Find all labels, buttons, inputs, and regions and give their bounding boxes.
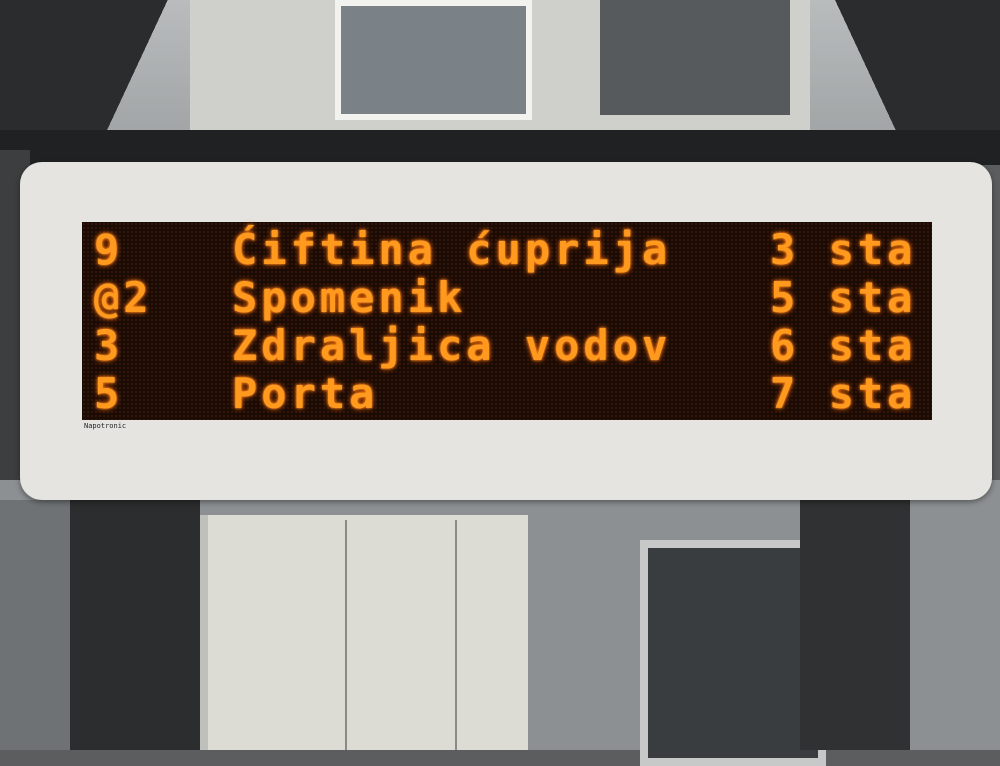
door-divider	[345, 520, 347, 750]
arrival-time: 3 sta	[770, 225, 917, 274]
destination: Porta	[232, 369, 379, 418]
door-divider	[455, 520, 457, 750]
arrival-time: 7 sta	[770, 369, 917, 418]
destination: Zdraljica vodov	[232, 321, 672, 370]
display-brand-label: Napotronic	[84, 422, 127, 430]
line-number: 5	[94, 369, 124, 418]
support-post	[70, 480, 200, 750]
support-post	[800, 480, 910, 750]
storefront	[200, 515, 528, 750]
line-number: @2	[94, 273, 153, 322]
shelter-frame-left	[0, 0, 235, 150]
arrival-time: 6 sta	[770, 321, 917, 370]
shop-door	[640, 540, 826, 766]
led-departure-board: 9 Ćiftina ćuprija 3 sta @2 Spomenik 5 st…	[82, 222, 932, 420]
destination: Spomenik	[232, 273, 467, 322]
departure-row: @2 Spomenik 5 sta	[82, 274, 932, 322]
destination: Ćiftina ćuprija	[232, 225, 672, 274]
shelter-beam	[0, 130, 1000, 165]
line-number: 9	[94, 225, 124, 274]
arrival-time: 5 sta	[770, 273, 917, 322]
building-window	[335, 0, 532, 120]
line-number: 3	[94, 321, 124, 370]
building-window	[600, 0, 790, 115]
departure-row: 9 Ćiftina ćuprija 3 sta	[82, 226, 932, 274]
shelter-frame-right	[770, 0, 1000, 150]
departure-row: 3 Zdraljica vodov 6 sta	[82, 322, 932, 370]
departure-row: 5 Porta 7 sta	[82, 370, 932, 418]
